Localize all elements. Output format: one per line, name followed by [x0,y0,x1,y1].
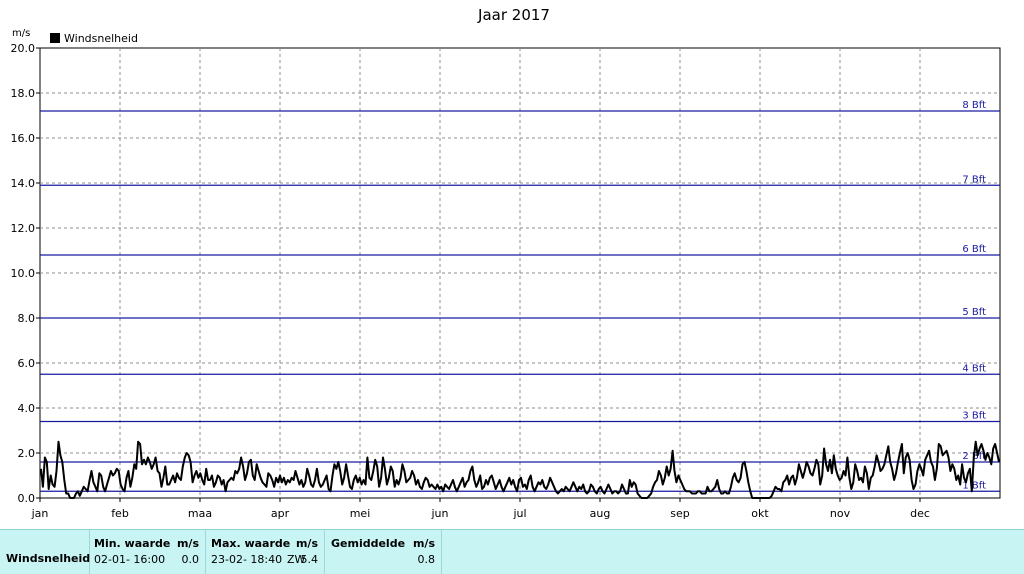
statistics-panel: Windsnelheid Min. waarde m/s 02-01- 16:0… [0,529,1024,574]
beaufort-label: 6 Bft [962,244,986,255]
x-tick-label: okt [751,507,769,520]
y-tick-label: 4.0 [18,402,36,415]
avg-unit: m/s [412,537,435,550]
beaufort-label: 3 Bft [962,411,986,422]
x-tick-label: maa [188,507,212,520]
max-header: Max. waarde [211,537,291,550]
y-tick-label: 8.0 [18,312,36,325]
y-tick-label: 16.0 [11,132,36,145]
y-tick-label: 0.0 [18,492,36,505]
legend-swatch [50,33,60,43]
stats-max-column: Max. waarde m/s 23-02- 18:40 ZW 5.4 [206,530,325,574]
beaufort-label: 5 Bft [962,307,986,318]
avg-header: Gemiddelde [331,537,406,550]
x-tick-label: jan [31,507,49,520]
x-tick-label: aug [590,507,611,520]
x-tick-label: apr [271,507,290,520]
min-time: 02-01- 16:00 [94,553,166,566]
y-tick-label: 20.0 [11,42,36,55]
wind-speed-chart: Jaar 2017 m/s Windsnelheid 1 Bft2 Bft3 B… [11,6,1001,520]
max-time: 23-02- 18:40 [211,553,283,566]
stats-empty-area [442,530,1023,574]
y-axis-unit: m/s [12,28,30,39]
y-tick-label: 18.0 [11,87,36,100]
beaufort-label: 4 Bft [962,363,986,374]
x-tick-label: feb [111,507,129,520]
y-tick-label: 2.0 [18,447,36,460]
beaufort-label: 7 Bft [962,174,986,185]
avg-value: 0.8 [417,553,436,566]
y-tick-label: 6.0 [18,357,36,370]
max-value: 5.4 [300,553,319,566]
legend: Windsnelheid [50,32,138,45]
stats-avg-column: Gemiddelde m/s 0.8 [325,530,442,574]
x-tick-label: nov [830,507,851,520]
min-header: Min. waarde [94,537,171,550]
legend-label: Windsnelheid [64,32,138,45]
y-tick-label: 12.0 [11,222,36,235]
max-unit: m/s [295,537,318,550]
stats-min-column: Min. waarde m/s 02-01- 16:00 0.0 [90,530,206,574]
stats-row-labels: Windsnelheid [0,530,90,574]
beaufort-label: 8 Bft [962,100,986,111]
min-unit: m/s [176,537,199,550]
y-tick-label: 10.0 [11,267,36,280]
chart-title: Jaar 2017 [477,6,550,24]
x-tick-label: dec [910,507,930,520]
min-value: 0.0 [181,553,200,566]
x-tick-label: jun [431,507,449,520]
x-tick-label: mei [350,507,371,520]
y-tick-label: 14.0 [11,177,36,190]
grid [40,48,1000,498]
x-tick-label: sep [670,507,689,520]
x-axis-ticks: jan feb maa apr mei jun jul aug sep okt nov dec [31,498,930,520]
stats-row-label: Windsnelheid [6,552,91,565]
x-tick-label: jul [512,507,526,520]
y-axis-ticks: 0.0 2.0 4.0 6.0 8.0 10.0 12.0 14.0 16.0 18.0 20.0 [11,42,40,505]
